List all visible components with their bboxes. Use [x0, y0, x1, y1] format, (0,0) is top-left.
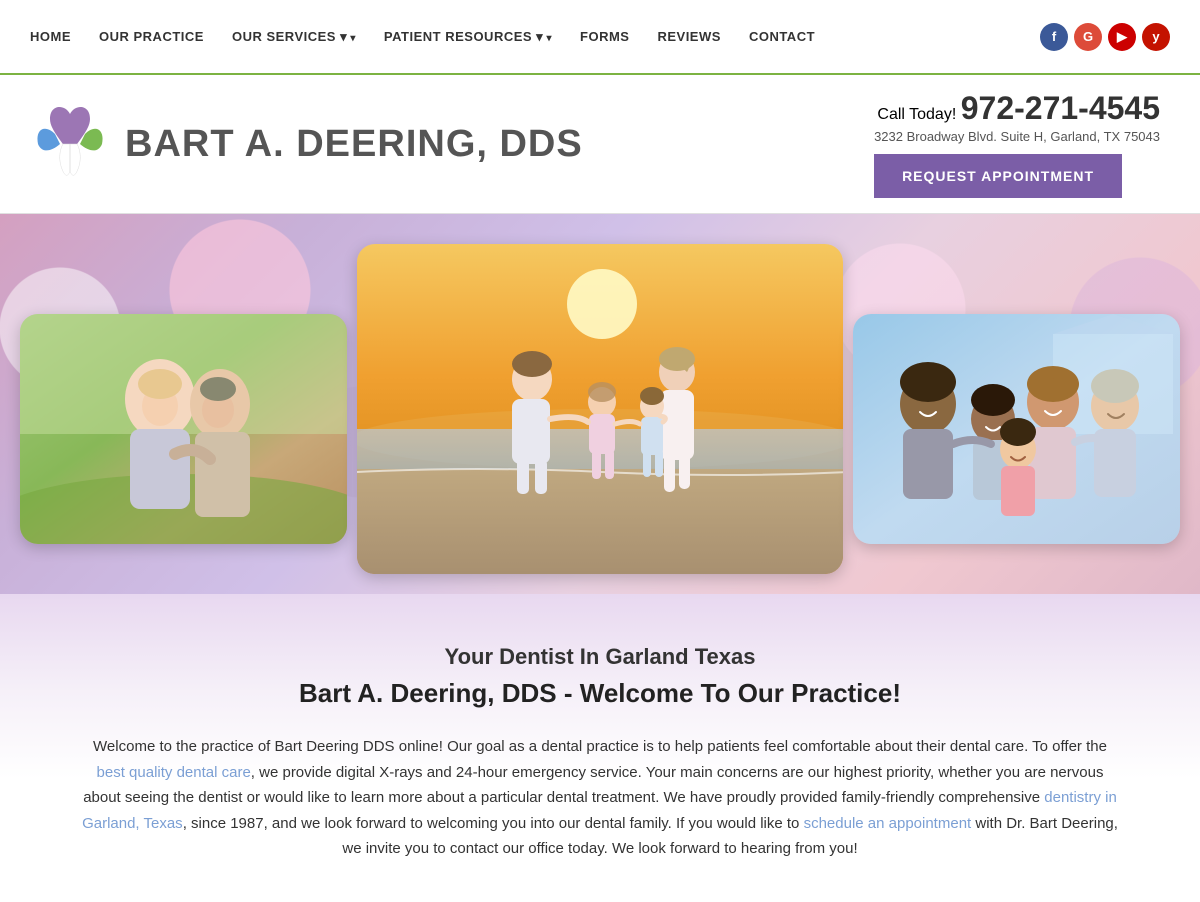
logo-icon: [30, 99, 110, 189]
call-today-text: Call Today!: [877, 106, 956, 123]
content-text-3: , since 1987, and we look forward to wel…: [183, 815, 804, 832]
content-paragraph: Welcome to the practice of Bart Deering …: [80, 734, 1120, 862]
nav-home[interactable]: HOME: [30, 29, 71, 44]
content-subtitle: Your Dentist In Garland Texas: [80, 644, 1120, 670]
hero-photos-row: [0, 244, 1200, 574]
photo-family-group: [853, 314, 1180, 544]
practice-name: BART A. DEERING, DDS: [125, 123, 583, 166]
photo-elderly-couple: [20, 314, 347, 544]
nav-our-services[interactable]: OUR SERVICES ▾: [232, 29, 356, 45]
content-main-title: Bart A. Deering, DDS - Welcome To Our Pr…: [80, 678, 1120, 709]
navigation: HOME OUR PRACTICE OUR SERVICES ▾ PATIENT…: [0, 0, 1200, 75]
youtube-icon[interactable]: ▶: [1108, 23, 1136, 51]
nav-links: HOME OUR PRACTICE OUR SERVICES ▾ PATIENT…: [30, 29, 815, 45]
nav-contact[interactable]: CONTACT: [749, 29, 815, 44]
nav-our-practice[interactable]: OUR PRACTICE: [99, 29, 204, 44]
facebook-icon[interactable]: f: [1040, 23, 1068, 51]
best-quality-dental-care-link[interactable]: best quality dental care: [97, 764, 251, 781]
header-right: Call Today! 972-271-4545 3232 Broadway B…: [874, 90, 1160, 198]
google-icon[interactable]: G: [1074, 23, 1102, 51]
yelp-icon[interactable]: y: [1142, 23, 1170, 51]
phone-number: 972-271-4545: [961, 90, 1160, 126]
content-section: Your Dentist In Garland Texas Bart A. De…: [0, 594, 1200, 902]
schedule-appointment-link[interactable]: schedule an appointment: [804, 815, 972, 832]
logo-area: BART A. DEERING, DDS: [30, 99, 583, 189]
nav-patient-resources[interactable]: PATIENT RESOURCES ▾: [384, 29, 552, 45]
photo-family-beach: [357, 244, 843, 574]
header-section: BART A. DEERING, DDS Call Today! 972-271…: [0, 75, 1200, 214]
address: 3232 Broadway Blvd. Suite H, Garland, TX…: [874, 129, 1160, 144]
content-text-1: Welcome to the practice of Bart Deering …: [93, 738, 1107, 755]
nav-reviews[interactable]: REVIEWS: [657, 29, 720, 44]
call-label: Call Today! 972-271-4545: [874, 90, 1160, 127]
nav-forms[interactable]: FORMS: [580, 29, 629, 44]
request-appointment-button[interactable]: REQUEST APPOINTMENT: [874, 154, 1122, 198]
social-icons: f G ▶ y: [1040, 23, 1170, 51]
hero-section: [0, 214, 1200, 594]
